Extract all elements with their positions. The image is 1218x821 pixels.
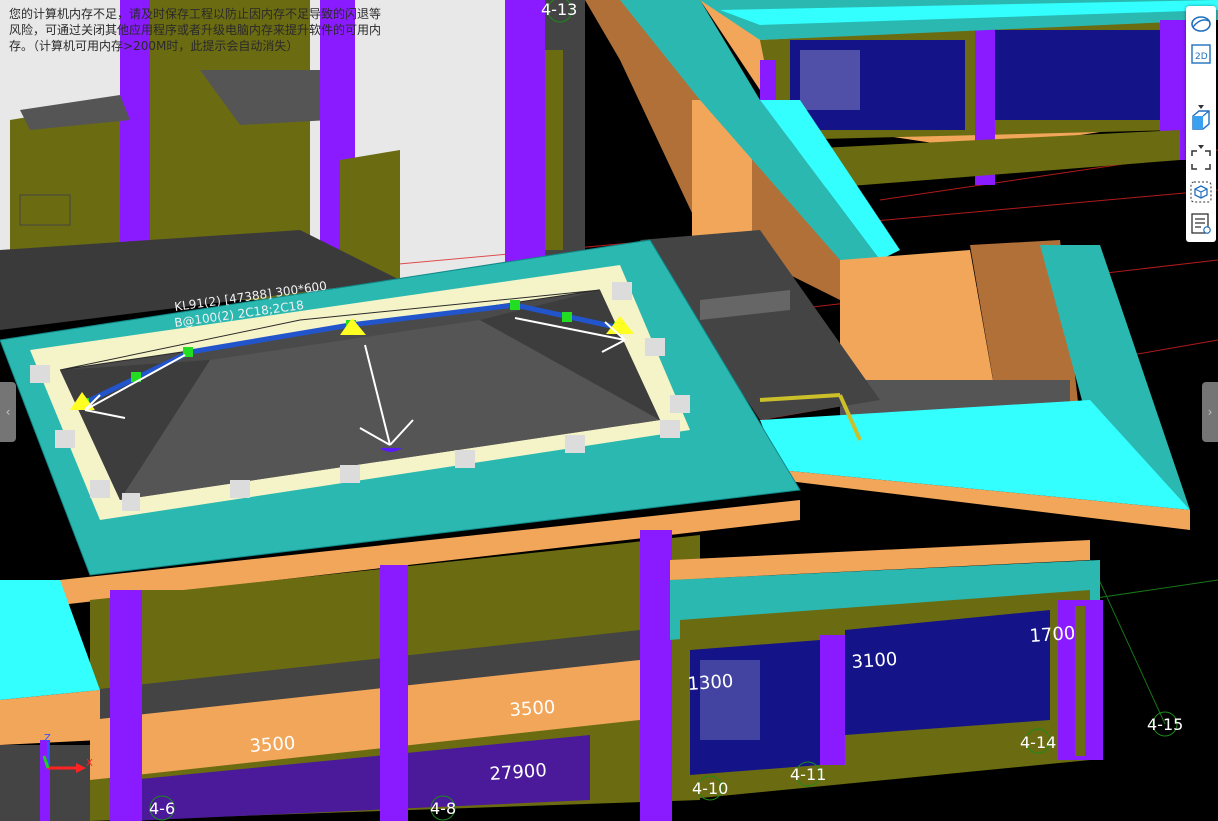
axis-label-4-6: 4-6 (149, 799, 175, 818)
view-cube-icon[interactable] (1189, 180, 1213, 204)
dimension-1700: 1700 (1029, 623, 1076, 647)
chevron-down-icon[interactable] (1195, 96, 1207, 109)
3d-box-icon[interactable] (1189, 108, 1213, 132)
axis-label-4-8: 4-8 (430, 799, 456, 818)
dimension-3100: 3100 (851, 649, 898, 673)
left-panel-toggle[interactable]: ‹ (0, 382, 16, 442)
3d-model-viewport[interactable]: KL91(2) [47388] 300*600 B@100(2) 2C18;2C… (0, 0, 1218, 821)
axis-label-4-10: 4-10 (692, 779, 728, 798)
dimension-3500-left: 3500 (249, 733, 296, 757)
dimension-3500-right: 3500 (509, 697, 556, 721)
axis-label-4-13: 4-13 (541, 0, 577, 19)
low-memory-warning: 您的计算机内存不足，请及时保存工程以防止因内存不足导致的闪退等风险，可通过关闭其… (9, 7, 382, 53)
axis-label-4-11: 4-11 (790, 765, 826, 784)
svg-text:Z: Z (44, 733, 51, 744)
axis-label-4-15: 4-15 (1147, 715, 1183, 734)
chevron-down-icon[interactable] (1195, 136, 1207, 149)
view-toolbar: 2D (1186, 6, 1216, 242)
axis-label-4-14: 4-14 (1020, 733, 1056, 752)
2d-view-label: 2D (1195, 52, 1208, 62)
2d-view-button[interactable]: 2D (1189, 42, 1213, 66)
dimension-27900: 27900 (489, 760, 548, 785)
fit-view-icon[interactable] (1189, 148, 1213, 172)
orbit-icon[interactable] (1189, 12, 1213, 36)
properties-list-icon[interactable] (1189, 212, 1213, 236)
svg-text:X: X (86, 758, 93, 769)
dimension-1300: 1300 (687, 671, 734, 695)
right-panel-toggle[interactable]: › (1202, 382, 1218, 442)
